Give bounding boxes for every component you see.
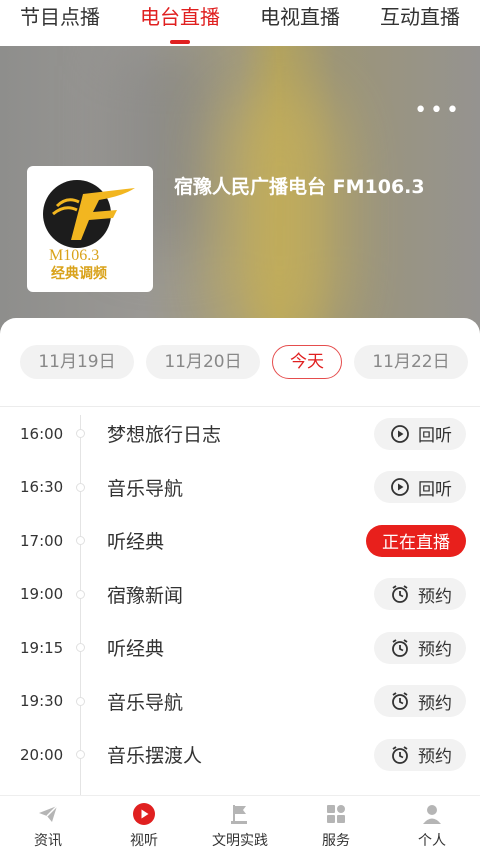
program-row[interactable]: 20:00 音乐摆渡人 预约 <box>0 728 480 782</box>
program-time: 19:30 <box>20 692 64 711</box>
replay-icon <box>391 478 409 497</box>
grid-icon <box>327 805 345 823</box>
nav-media[interactable]: 视听 <box>96 796 192 853</box>
flag-icon <box>231 805 247 824</box>
nav-news[interactable]: 资讯 <box>0 796 96 853</box>
schedule-sheet: 11月19日 11月20日 今天 11月22日 16:00 梦想旅行日志 回听 … <box>0 318 480 798</box>
timeline-dot <box>76 696 85 706</box>
timeline-dot <box>76 482 85 492</box>
program-row[interactable]: 19:30 音乐导航 预约 <box>0 675 480 729</box>
tab-radio-live[interactable]: 电台直播 <box>120 0 240 46</box>
date-selector: 11月19日 11月20日 今天 11月22日 <box>0 318 480 406</box>
program-title: 宿豫新闻 <box>107 584 184 607</box>
program-row[interactable]: 17:00 听经典 正在直播 <box>0 514 480 568</box>
program-row[interactable]: 16:30 音乐导航 回听 <box>0 461 480 515</box>
alarm-clock-icon <box>392 746 408 764</box>
date-pill[interactable]: 11月19日 <box>20 345 134 379</box>
program-row[interactable]: 19:15 听经典 预约 <box>0 621 480 675</box>
tab-interactive-live[interactable]: 互动直播 <box>360 0 480 46</box>
timeline-dot <box>76 589 85 599</box>
nav-label: 个人 <box>418 833 446 849</box>
live-now-button[interactable]: 正在直播 <box>366 524 466 557</box>
reserve-button[interactable]: 预约 <box>374 738 466 771</box>
replay-button[interactable]: 回听 <box>374 417 466 450</box>
replay-icon <box>391 424 409 443</box>
nav-civilization[interactable]: 文明实践 <box>192 796 288 853</box>
program-row[interactable]: 16:00 梦想旅行日志 回听 <box>0 407 480 461</box>
timeline-dot <box>76 429 85 439</box>
timeline-dot <box>76 643 85 653</box>
station-name: 宿豫人民广播电台 FM106.3 <box>174 176 425 198</box>
program-time: 19:00 <box>20 585 64 604</box>
reserve-button[interactable]: 预约 <box>374 631 466 664</box>
date-pill-today[interactable]: 今天 <box>272 345 342 379</box>
program-title: 梦想旅行日志 <box>107 424 222 447</box>
tab-tv-live[interactable]: 电视直播 <box>240 0 360 46</box>
nav-label: 文明实践 <box>212 833 268 849</box>
station-logo: M106.3 经典调频 <box>27 166 153 292</box>
program-time: 17:00 <box>20 531 64 550</box>
program-time: 16:30 <box>20 478 64 497</box>
alarm-clock-icon <box>392 639 408 657</box>
timeline-dot <box>76 536 85 546</box>
station-hero: ••• M106.3 经典调频 宿豫人民广播电台 FM106.3 <box>0 46 480 336</box>
program-title: 音乐摆渡人 <box>107 745 203 768</box>
timeline-dot <box>76 750 85 760</box>
svg-text:M106.3: M106.3 <box>49 247 99 264</box>
date-pill[interactable]: 11月22日 <box>354 345 468 379</box>
program-title: 音乐导航 <box>107 691 184 714</box>
paper-plane-icon <box>39 805 58 822</box>
bottom-nav-bar: 资讯 视听 文明实践 服务 个人 <box>0 795 480 853</box>
alarm-clock-icon <box>392 585 408 604</box>
program-time: 16:00 <box>20 424 64 443</box>
program-title: 听经典 <box>107 638 165 661</box>
program-time: 20:00 <box>20 745 64 764</box>
nav-label: 视听 <box>130 833 158 849</box>
nav-profile[interactable]: 个人 <box>384 796 480 853</box>
program-time: 19:15 <box>20 638 64 657</box>
more-icon[interactable]: ••• <box>414 98 462 123</box>
program-title: 音乐导航 <box>107 477 184 500</box>
program-title: 听经典 <box>107 531 165 554</box>
tab-vod[interactable]: 节目点播 <box>0 0 120 46</box>
program-row[interactable]: 19:00 宿豫新闻 预约 <box>0 568 480 622</box>
reserve-button[interactable]: 预约 <box>374 685 466 718</box>
svg-text:经典调频: 经典调频 <box>51 265 107 282</box>
play-circle-icon <box>133 803 155 825</box>
date-pill[interactable]: 11月20日 <box>146 345 260 379</box>
nav-label: 服务 <box>322 833 350 849</box>
replay-button[interactable]: 回听 <box>374 471 466 504</box>
nav-label: 资讯 <box>34 833 62 849</box>
top-tab-bar: 节目点播 电台直播 电视直播 互动直播 <box>0 0 480 46</box>
alarm-clock-icon <box>392 692 408 711</box>
active-tab-indicator <box>170 40 190 44</box>
nav-service[interactable]: 服务 <box>288 796 384 853</box>
reserve-button[interactable]: 预约 <box>374 578 466 611</box>
program-schedule: 16:00 梦想旅行日志 回听 16:30 音乐导航 回听 17:00 听经典 … <box>0 407 480 795</box>
person-icon <box>423 805 441 824</box>
